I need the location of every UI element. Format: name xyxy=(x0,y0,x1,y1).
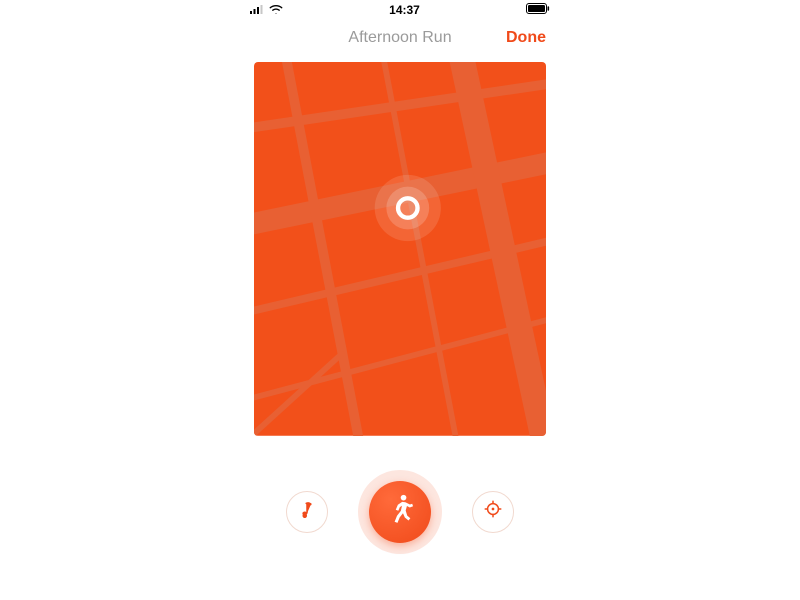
action-row xyxy=(240,470,560,554)
map-container xyxy=(240,56,560,436)
music-icon xyxy=(298,500,316,523)
phone-frame: 14:37 Afternoon Run Done xyxy=(240,0,560,600)
status-left xyxy=(250,3,283,17)
start-run-button[interactable] xyxy=(369,481,431,543)
start-run-halo xyxy=(358,470,442,554)
battery-icon xyxy=(526,3,550,17)
wifi-icon xyxy=(269,3,283,17)
page-title: Afternoon Run xyxy=(348,29,451,47)
location-dot-icon xyxy=(375,175,441,241)
map-view[interactable] xyxy=(254,62,546,436)
locate-button[interactable] xyxy=(472,491,514,533)
music-button[interactable] xyxy=(286,491,328,533)
done-button[interactable]: Done xyxy=(506,29,546,47)
cellular-icon xyxy=(250,3,265,17)
run-icon xyxy=(383,492,417,531)
locate-icon xyxy=(483,499,503,524)
nav-bar: Afternoon Run Done xyxy=(240,20,560,56)
status-bar: 14:37 xyxy=(240,0,560,20)
status-right xyxy=(526,3,550,17)
status-time: 14:37 xyxy=(389,3,420,17)
